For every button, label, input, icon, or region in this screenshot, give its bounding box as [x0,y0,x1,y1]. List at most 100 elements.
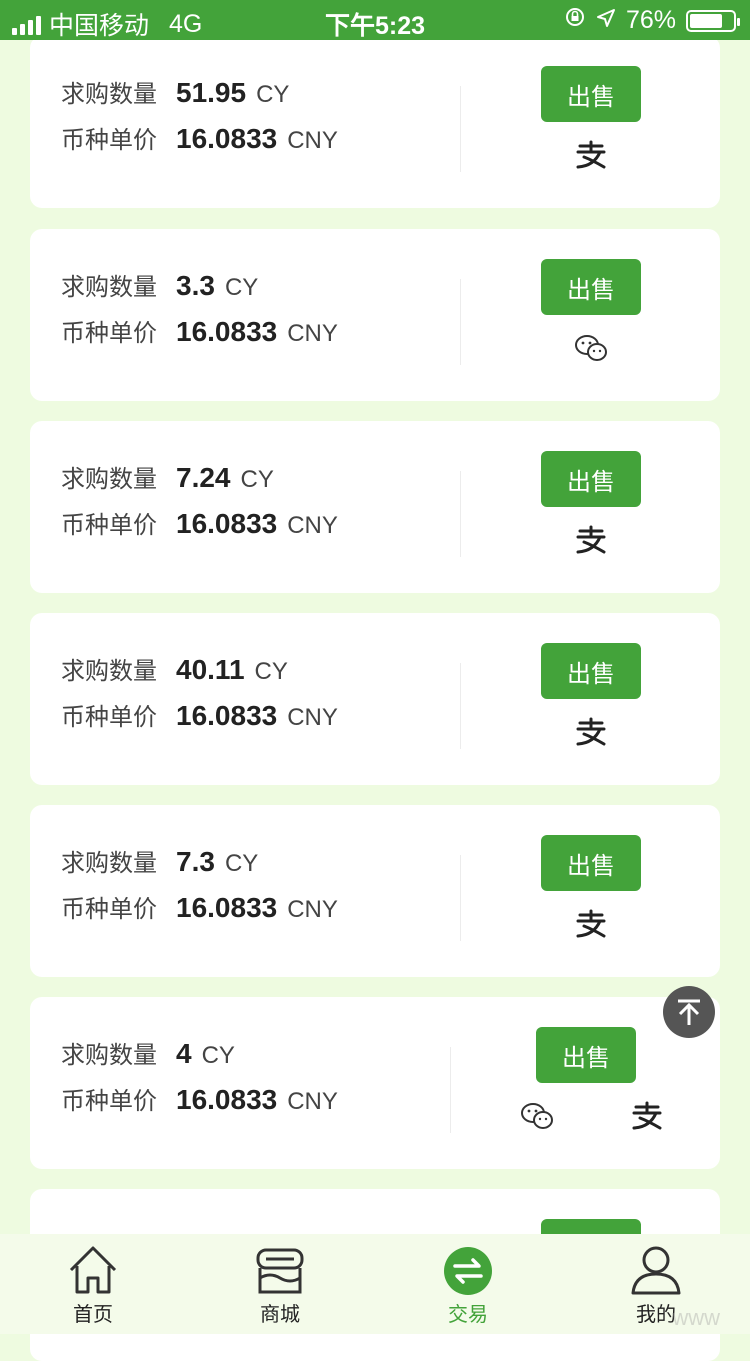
price-label: 币种单价 [61,895,157,923]
price-unit: CNY [287,896,338,923]
quantity-row: 求购数量 7.3 CY [61,843,338,889]
quantity-row: 求购数量 51.95 CY [61,74,338,120]
back-to-top-button[interactable] [663,986,715,1038]
quantity-unit: CY [256,81,290,108]
quantity-value: 7.3 [176,846,215,877]
home-icon [69,1246,117,1294]
quantity-label: 求购数量 [61,1041,157,1069]
nav-store[interactable]: 商城 [220,1244,340,1327]
price-row: 币种单价 16.0833 CNY [61,313,338,359]
quantity-row: 求购数量 4 CY [61,1035,338,1081]
network-type: 4G [169,9,203,38]
nav-home-label: 首页 [73,1302,113,1326]
quantity-unit: CY [224,850,259,877]
price-value: 16.0833 [176,1084,278,1115]
battery-percent: 76% [625,6,676,34]
watermark: www [672,1305,720,1330]
price-value: 16.0833 [176,123,278,154]
price-row: 币种单价 16.0833 CNY [61,120,338,166]
store-icon [256,1248,304,1294]
price-label: 币种单价 [61,511,157,539]
price-unit: CNY [287,704,338,731]
price-unit: CNY [287,320,338,347]
card-divider [460,279,461,365]
bottom-nav: 首页 商城 交易 我的 [0,1234,750,1334]
sell-button[interactable]: 出售 [541,451,641,507]
price-label: 币种单价 [61,126,157,154]
quantity-value: 3.3 [176,270,215,301]
arrow-up-icon [678,999,700,1025]
order-card: 求购数量 7.24 CY 币种单价 16.0833 CNY 出售 [30,421,720,593]
order-info: 求购数量 40.11 CY 币种单价 16.0833 CNY [61,651,338,743]
quantity-value: 4 [176,1038,192,1069]
alipay-icon [574,525,608,555]
price-row: 币种单价 16.0833 CNY [61,889,338,935]
sell-button[interactable]: 出售 [541,259,641,315]
status-bar: 中国移动 4G 下午5:23 76% [0,0,750,40]
price-row: 币种单价 16.0833 CNY [61,1081,338,1127]
card-divider [460,855,461,941]
price-label: 币种单价 [61,1087,157,1115]
price-value: 16.0833 [176,700,278,731]
quantity-value: 51.95 [176,77,247,108]
wechat-pay-icon [574,333,608,363]
alipay-icon [630,1101,664,1131]
price-label: 币种单价 [61,703,157,731]
quantity-label: 求购数量 [61,465,157,493]
price-value: 16.0833 [176,316,278,347]
carrier-name: 中国移动 [49,12,150,40]
card-divider [460,471,461,557]
price-row: 币种单价 16.0833 CNY [61,697,338,743]
quantity-label: 求购数量 [61,273,157,301]
quantity-unit: CY [224,274,259,301]
quantity-label: 求购数量 [61,849,157,877]
rotation-lock-icon [564,6,586,35]
quantity-row: 求购数量 40.11 CY [61,651,338,697]
wechat-pay-icon [520,1101,554,1131]
price-unit: CNY [287,1088,338,1115]
price-label: 币种单价 [61,319,157,347]
battery-icon [686,9,740,32]
quantity-unit: CY [240,466,274,493]
card-divider [460,663,461,749]
quantity-value: 40.11 [176,654,245,685]
alipay-icon [574,909,608,939]
nav-trade-label: 交易 [448,1302,488,1326]
quantity-value: 7.24 [176,462,231,493]
price-unit: CNY [287,127,338,154]
sell-button[interactable]: 出售 [541,66,641,122]
card-divider [460,86,461,172]
alipay-icon [574,717,608,747]
order-info: 求购数量 51.95 CY 币种单价 16.0833 CNY [61,74,338,166]
user-icon [631,1246,681,1295]
quantity-row: 求购数量 3.3 CY [61,267,338,313]
quantity-label: 求购数量 [61,80,157,108]
sell-button[interactable]: 出售 [541,643,641,699]
order-info: 求购数量 3.3 CY 币种单价 16.0833 CNY [61,267,338,359]
quantity-unit: CY [254,658,288,685]
card-divider [450,1047,451,1133]
order-card: 求购数量 4 CY 币种单价 16.0833 CNY 出售 [30,997,720,1169]
signal-icon [12,13,41,35]
location-icon [596,6,616,35]
nav-home[interactable]: 首页 [33,1244,153,1327]
alipay-icon [574,140,608,170]
order-info: 求购数量 7.24 CY 币种单价 16.0833 CNY [61,459,338,551]
sell-button[interactable]: 出售 [536,1027,636,1083]
order-info: 求购数量 7.3 CY 币种单价 16.0833 CNY [61,843,338,935]
exchange-icon [444,1247,492,1295]
order-info: 求购数量 4 CY 币种单价 16.0833 CNY [61,1035,338,1127]
price-unit: CNY [287,512,338,539]
price-value: 16.0833 [176,508,278,539]
order-card: 求购数量 51.95 CY 币种单价 16.0833 CNY 出售 [30,36,720,208]
quantity-unit: CY [201,1042,235,1069]
nav-trade[interactable]: 交易 [408,1244,528,1327]
sell-button[interactable]: 出售 [541,835,641,891]
nav-store-label: 商城 [260,1302,300,1326]
quantity-row: 求购数量 7.24 CY [61,459,338,505]
order-card: 求购数量 7.3 CY 币种单价 16.0833 CNY 出售 [30,805,720,977]
order-card: 求购数量 3.3 CY 币种单价 16.0833 CNY 出售 [30,229,720,401]
quantity-label: 求购数量 [61,657,157,685]
price-row: 币种单价 16.0833 CNY [61,505,338,551]
price-value: 16.0833 [176,892,278,923]
